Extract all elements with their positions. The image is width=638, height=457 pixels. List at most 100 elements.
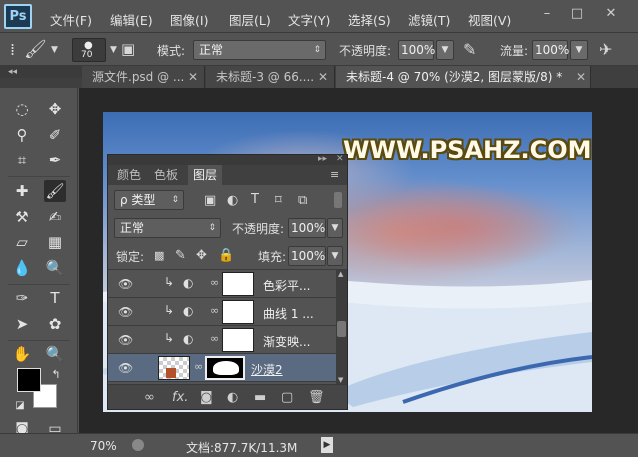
tab-untitled-3[interactable]: 未标题-3 @ 66.... ✕ — [206, 66, 335, 88]
quick-select-tool-icon[interactable]: ✐ — [44, 124, 66, 146]
flow-input[interactable]: 100% — [532, 40, 569, 60]
layer-opacity-input[interactable]: 100% — [288, 218, 326, 238]
zoom-tool-icon[interactable]: 🔍 — [44, 343, 66, 365]
dodge-tool-icon[interactable]: 🔍 — [44, 257, 66, 279]
history-brush-tool-icon[interactable]: ✍ — [44, 206, 66, 228]
menu-filter[interactable]: 滤镜(T) — [408, 10, 450, 29]
move-tool-icon[interactable]: ✥ — [44, 98, 66, 120]
visibility-eye-icon[interactable]: 👁 — [118, 333, 133, 347]
menu-view[interactable]: 视图(V) — [468, 10, 511, 29]
new-layer-icon[interactable]: ▢ — [281, 390, 293, 405]
close-tab-icon[interactable]: ✕ — [318, 66, 328, 88]
swap-colors-icon[interactable]: ↰ — [45, 364, 67, 386]
layer-mask-thumbnail[interactable] — [222, 300, 254, 324]
visibility-eye-icon[interactable]: 👁 — [118, 305, 133, 319]
preset-dropdown-icon[interactable]: ▼ — [51, 46, 58, 55]
panel-header[interactable]: ▸▸ ✕ — [108, 154, 347, 165]
new-group-folder-icon[interactable]: ▬ — [254, 390, 266, 405]
scroll-down-icon[interactable]: ▼ — [338, 376, 343, 384]
opacity-input[interactable]: 100% — [398, 40, 435, 60]
filter-pixel-icon[interactable]: ▣ — [204, 194, 216, 207]
fill-dropdown[interactable]: ▼ — [327, 246, 343, 266]
toolbar-collapse-bar[interactable]: ◂◂ — [0, 66, 82, 78]
foreground-color-swatch[interactable] — [17, 368, 41, 392]
opacity-dropdown-button[interactable]: ▼ — [436, 40, 454, 60]
lock-transparency-icon[interactable]: ▩ — [154, 250, 164, 261]
delete-layer-trash-icon[interactable]: 🗑 — [308, 390, 325, 405]
layer-name[interactable]: 曲线 1 ... — [263, 305, 314, 322]
link-layers-icon[interactable]: ∞ — [144, 390, 155, 405]
tab-swatches[interactable]: 色板 — [149, 165, 183, 185]
layer-row-selected[interactable]: 👁 ∞ 沙漠2 — [108, 354, 336, 382]
blur-tool-icon[interactable]: 💧 — [11, 257, 33, 279]
default-colors-icon[interactable]: ◪ — [9, 395, 31, 417]
layer-mask-thumbnail[interactable] — [205, 356, 245, 380]
layer-mask-thumbnail[interactable] — [222, 328, 254, 352]
layer-row[interactable]: 👁 ↳ ◐ ∞ 渐变映... — [108, 326, 336, 354]
status-menu-arrow-icon[interactable]: ▶ — [321, 437, 333, 453]
tab-untitled-4[interactable]: 未标题-4 @ 70% (沙漠2, 图层蒙版/8) * ✕ — [336, 66, 591, 88]
lock-image-icon[interactable]: ✎ — [175, 249, 186, 262]
layer-row[interactable]: 👁 ↳ ◐ ∞ 曲线 1 ... — [108, 298, 336, 326]
tab-source-file[interactable]: 源文件.psd @ ... ✕ — [82, 66, 205, 88]
menu-image[interactable]: 图像(I) — [170, 10, 208, 29]
brush-size-picker[interactable]: ● 70 — [72, 38, 106, 62]
fill-input[interactable]: 100% — [288, 246, 326, 266]
filter-shape-icon[interactable]: ⌑ — [275, 194, 282, 207]
filter-type-select[interactable]: ρ 类型 ⇕ — [114, 190, 184, 210]
tab-layers[interactable]: 图层 — [188, 165, 223, 185]
mode-select[interactable]: 正常 ⇕ — [193, 40, 326, 60]
menu-type[interactable]: 文字(Y) — [288, 10, 330, 29]
tab-color[interactable]: 颜色 — [112, 165, 146, 185]
crop-tool-icon[interactable]: ⌗ — [11, 149, 33, 171]
visibility-eye-icon[interactable]: 👁 — [118, 361, 133, 375]
panel-menu-icon[interactable]: ≡ — [330, 168, 339, 181]
brush-panel-icon[interactable]: ▣ — [121, 42, 135, 57]
eraser-tool-icon[interactable]: ▱ — [11, 231, 33, 253]
path-select-tool-icon[interactable]: ➤ — [11, 313, 33, 335]
link-chain-icon[interactable]: ∞ — [194, 360, 203, 373]
link-chain-icon[interactable]: ∞ — [210, 276, 219, 289]
brush-tool-icon[interactable]: 🖌 — [44, 180, 66, 202]
link-chain-icon[interactable]: ∞ — [210, 332, 219, 345]
layer-row[interactable]: 👁 ↳ ◐ ∞ 色彩平... — [108, 270, 336, 298]
minimize-button[interactable]: – — [536, 4, 558, 24]
panel-close-icon[interactable]: ✕ — [336, 154, 344, 164]
layer-name[interactable]: 沙漠2 — [251, 361, 283, 378]
filter-smart-object-icon[interactable]: ⧉ — [298, 194, 307, 207]
zoom-level[interactable]: 70% — [90, 439, 117, 453]
status-bar-icon[interactable] — [132, 439, 144, 451]
clone-stamp-tool-icon[interactable]: ⚒ — [11, 206, 33, 228]
menu-select[interactable]: 选择(S) — [348, 10, 391, 29]
menu-edit[interactable]: 编辑(E) — [110, 10, 153, 29]
close-button[interactable]: ✕ — [600, 4, 622, 24]
fx-icon[interactable]: fx. — [172, 390, 188, 405]
lock-all-icon[interactable]: 🔒 — [218, 249, 234, 262]
filter-type-icon[interactable]: T — [251, 193, 259, 206]
close-tab-icon[interactable]: ✕ — [576, 66, 586, 88]
layer-name[interactable]: 色彩平... — [263, 277, 310, 294]
eyedropper-tool-icon[interactable]: ✒ — [44, 149, 66, 171]
lock-position-icon[interactable]: ✥ — [196, 249, 207, 262]
close-tab-icon[interactable]: ✕ — [188, 66, 198, 88]
hand-tool-icon[interactable]: ✋ — [11, 343, 33, 365]
panel-collapse-icon[interactable]: ▸▸ — [318, 154, 327, 164]
type-tool-icon[interactable]: T — [44, 287, 66, 309]
healing-brush-tool-icon[interactable]: ✚ — [11, 180, 33, 202]
pen-tool-icon[interactable]: ✑ — [11, 287, 33, 309]
brush-dropdown-icon[interactable]: ▼ — [110, 46, 117, 55]
link-chain-icon[interactable]: ∞ — [210, 304, 219, 317]
maximize-button[interactable]: □ — [566, 4, 588, 24]
flow-dropdown-button[interactable]: ▼ — [570, 40, 588, 60]
pressure-opacity-icon[interactable]: ✎ — [463, 42, 476, 58]
scroll-up-icon[interactable]: ▲ — [338, 270, 343, 278]
layer-name[interactable]: 渐变映... — [263, 333, 310, 350]
marquee-tool-icon[interactable]: ◌ — [11, 98, 33, 120]
visibility-eye-icon[interactable]: 👁 — [118, 277, 133, 291]
add-mask-icon[interactable]: ◙ — [200, 390, 213, 405]
menu-layer[interactable]: 图层(L) — [229, 10, 271, 29]
blend-mode-select[interactable]: 正常 ⇕ — [114, 218, 221, 238]
menu-file[interactable]: 文件(F) — [50, 10, 92, 29]
gradient-tool-icon[interactable]: ▦ — [44, 231, 66, 253]
filter-toggle-icon[interactable] — [334, 192, 342, 208]
